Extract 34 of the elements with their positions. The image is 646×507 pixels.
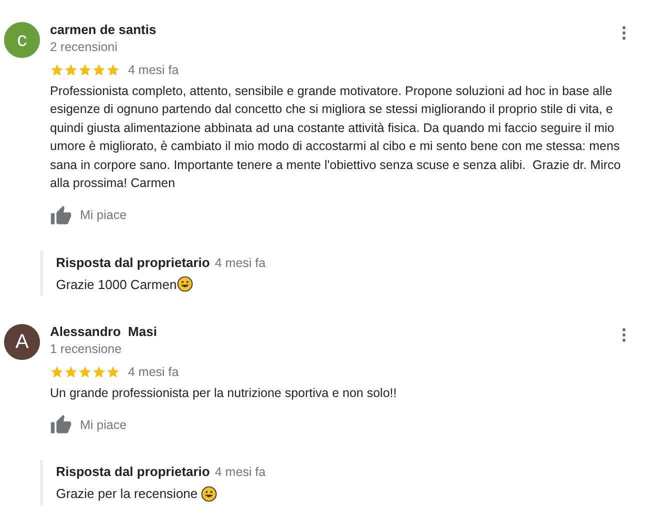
- star-icon: [78, 63, 92, 78]
- reply-time: 4 mesi fa: [214, 464, 266, 482]
- like-button[interactable]: Mi piace: [50, 414, 127, 436]
- author-name[interactable]: Alessandro Masi: [50, 324, 157, 340]
- review-text: Un grande professionista per la nutrizione sportiva e non solo!!: [50, 384, 398, 402]
- review-count: 2 recensioni: [50, 39, 118, 56]
- thumbs-up-icon: [50, 204, 72, 227]
- more-options-icon[interactable]: [622, 328, 626, 342]
- avatar: A: [4, 324, 40, 360]
- thumbs-up-icon: [50, 414, 72, 436]
- like-button[interactable]: Mi piace: [50, 204, 127, 227]
- reply-label: Risposta dal proprietario: [56, 254, 210, 272]
- star-icon: [106, 63, 120, 78]
- star-icon: [106, 365, 120, 380]
- review-count: 1 recensione: [50, 341, 123, 358]
- smiley-icon: [201, 486, 218, 502]
- star-icon: [64, 365, 78, 380]
- author-name[interactable]: carmen de santis: [50, 22, 156, 38]
- smiley-icon: [176, 276, 193, 292]
- review-text: Professionista completo, attento, sensibile e grande motivatore. Propone soluzioni ad hoc in base alle esigenze di ognuno partendo dal concetto che si migliora se stessi migliorando il proprio stile di vita, e quindi giusta alimentazione abbinata ad una costante attività fisica. Da quando mi faccio seguire il mio umore è migliorato, è cambiato il mio modo di accostarmi al cibo e mi sento bene con me stessa: mens sana in corpore sano. Importante tenere a mente l'obiettivo senza scuse e senza alibi. Grazie dr. Mirco alla prossima! Carmen: [50, 82, 622, 192]
- reply-time: 4 mesi fa: [214, 254, 266, 272]
- reply-text: Grazie 1000 Carmen: [56, 276, 177, 294]
- reply-label: Risposta dal proprietario: [56, 463, 210, 482]
- reply-text: Grazie per la recensione: [56, 485, 199, 503]
- star-icon: [64, 63, 78, 78]
- avatar: c: [4, 22, 40, 58]
- star-icon: [92, 365, 106, 380]
- review-time: 4 mesi fa: [128, 62, 179, 79]
- star-icon: [78, 365, 92, 380]
- star-icon: [50, 365, 64, 380]
- star-icon: [50, 63, 64, 78]
- star-icon: [92, 63, 106, 78]
- more-options-icon[interactable]: [622, 26, 626, 40]
- review-time: 4 mesi fa: [128, 364, 179, 381]
